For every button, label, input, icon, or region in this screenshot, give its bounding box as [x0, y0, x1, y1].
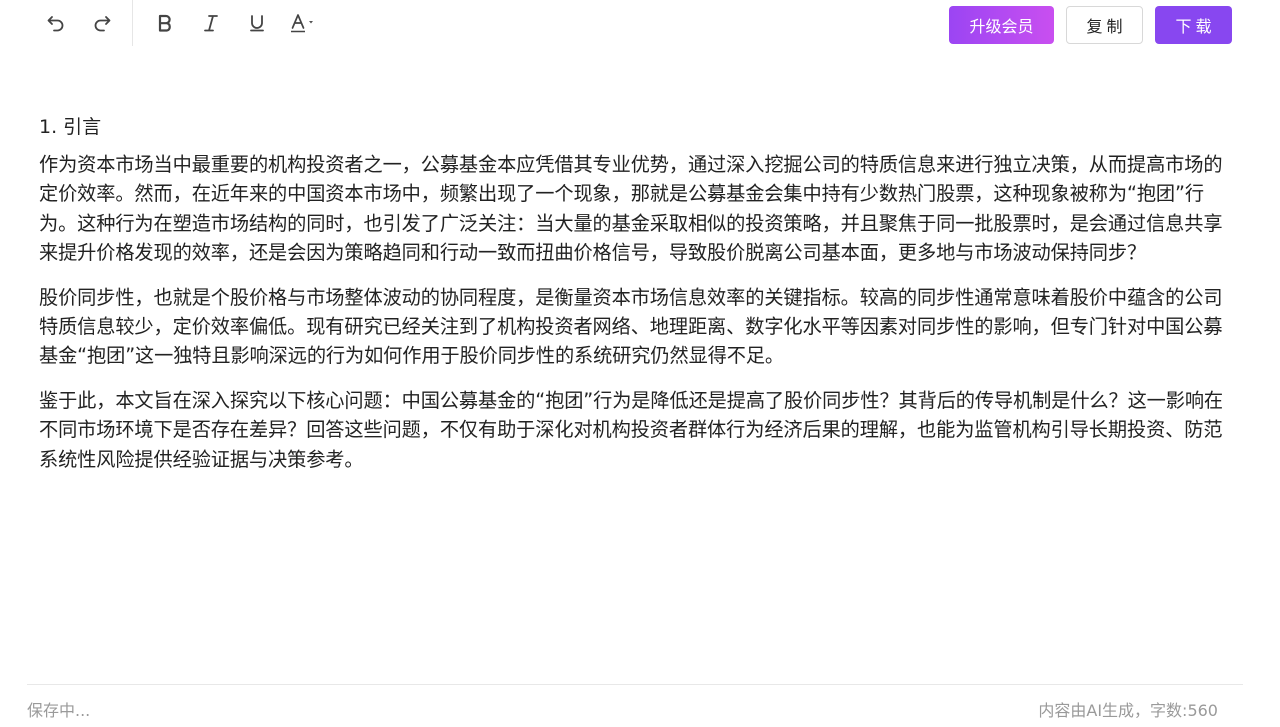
editor-toolbar: 升级会员 复制 下载 — [0, 0, 1280, 50]
history-tools — [38, 0, 130, 46]
redo-icon[interactable] — [84, 5, 120, 41]
underline-icon[interactable] — [239, 5, 275, 41]
download-button[interactable]: 下载 — [1155, 6, 1232, 44]
status-bar: 保存中... 内容由AI生成，字数:560 — [27, 684, 1243, 727]
paragraph: 股价同步性，也就是个股价格与市场整体波动的协同程度，是衡量资本市场信息效率的关键… — [39, 285, 1223, 368]
section-heading: 1. 引言 — [39, 116, 102, 138]
document-editor[interactable]: 1. 引言 作为资本市场当中最重要的机构投资者之一，公募基金本应凭借其专业优势，… — [39, 112, 1231, 489]
toolbar-actions: 升级会员 复制 下载 — [949, 6, 1232, 44]
paragraph: 作为资本市场当中最重要的机构投资者之一，公募基金本应凭借其专业优势，通过深入挖掘… — [39, 153, 1223, 265]
save-status: 保存中... — [27, 701, 91, 720]
undo-icon[interactable] — [38, 5, 74, 41]
word-count-info: 内容由AI生成，字数:560 — [1038, 701, 1218, 720]
upgrade-button[interactable]: 升级会员 — [949, 6, 1054, 44]
bold-icon[interactable] — [147, 5, 183, 41]
italic-icon[interactable] — [193, 5, 229, 41]
format-tools — [132, 0, 335, 46]
font-color-icon[interactable] — [285, 5, 325, 41]
paragraph: 鉴于此，本文旨在深入探究以下核心问题：中国公募基金的“抱团”行为是降低还是提高了… — [39, 388, 1224, 471]
copy-button[interactable]: 复制 — [1066, 6, 1143, 44]
